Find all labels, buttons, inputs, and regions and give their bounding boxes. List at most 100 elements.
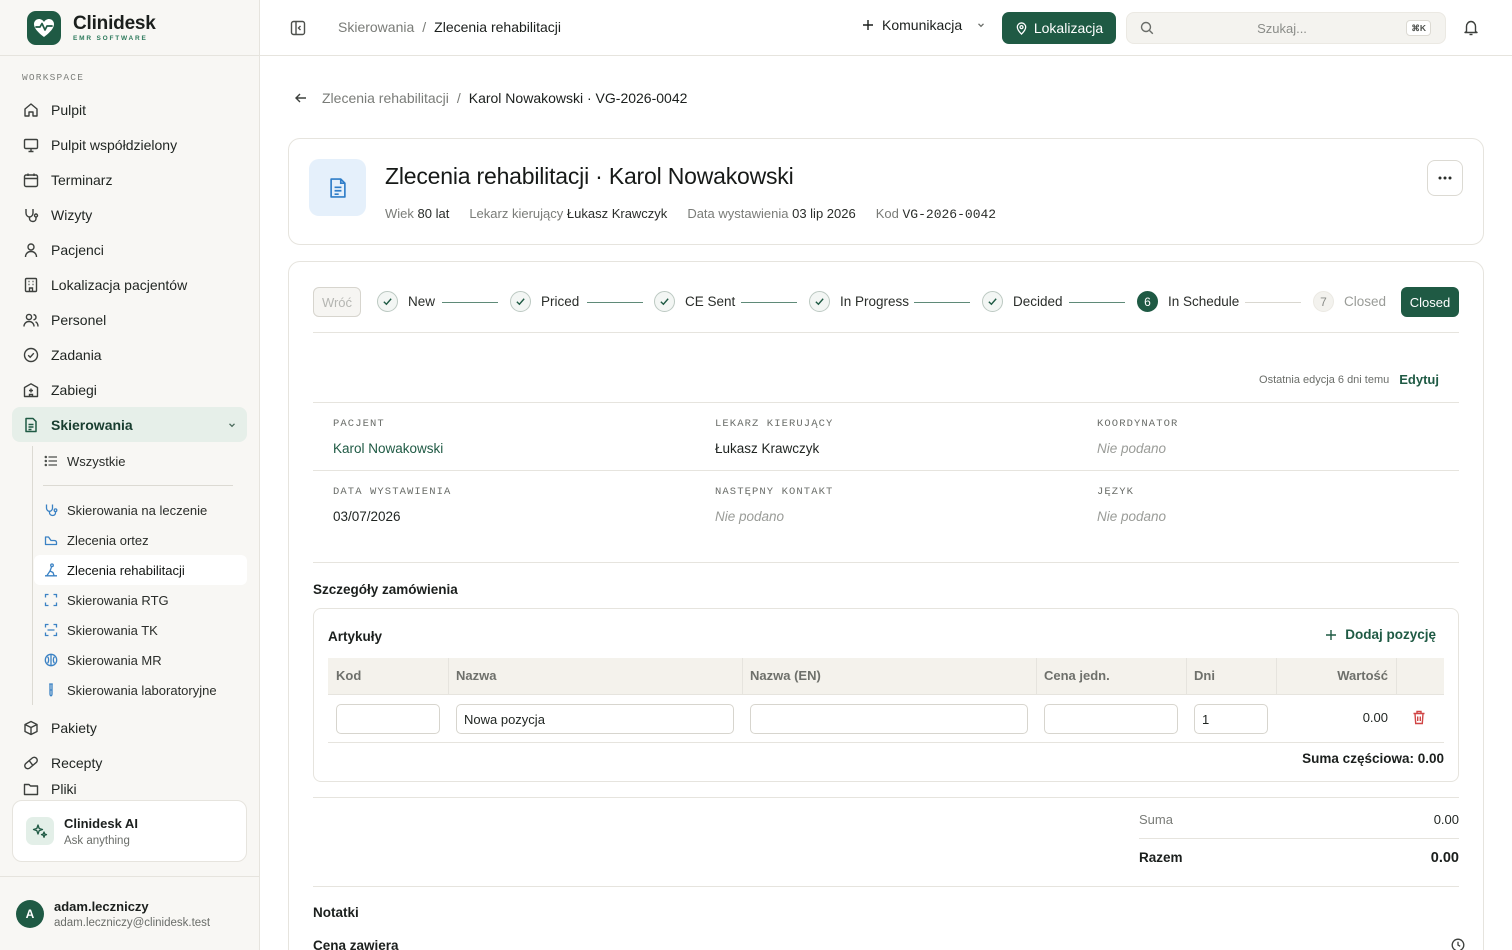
step-in-schedule[interactable]: 6 In Schedule <box>1137 291 1239 312</box>
step-decided[interactable]: Decided <box>982 291 1063 312</box>
items-title: Artykuły <box>328 629 383 644</box>
subnav-item-skierowania-tk[interactable]: Skierowania TK <box>34 615 247 645</box>
rehabilitation-icon <box>44 563 58 577</box>
patient-link[interactable]: Karol Nowakowski <box>333 441 443 456</box>
sidebar-item-zadania[interactable]: Zadania <box>12 337 247 372</box>
subnav-item-label: Skierowania TK <box>67 622 158 638</box>
last-edit-text: Ostatnia edycja 6 dni temu <box>1259 373 1390 386</box>
field-value: Łukasz Krawczyk <box>715 441 820 456</box>
meta-code: Kod VG-2026-0042 <box>876 206 996 222</box>
item-name-en-input[interactable] <box>750 704 1028 734</box>
sum-value: 0.00 <box>1433 812 1459 827</box>
field-label: JĘZYK <box>1097 486 1135 498</box>
field-issue-date: DATA WYSTAWIENIA 03/07/2026 <box>333 486 451 524</box>
check-icon <box>809 291 830 312</box>
subnav-item-skierowania-laboratoryjne[interactable]: Skierowania laboratoryjne <box>34 675 247 705</box>
meta-date-label: Data wystawienia <box>687 206 789 221</box>
column-header-nazwa-en: Nazwa (EN) <box>750 668 821 683</box>
sidebar-item-recepty[interactable]: Recepty <box>12 745 247 780</box>
document-icon <box>22 416 39 433</box>
subnav-item-zlecenia-ortez[interactable]: Zlecenia ortez <box>34 525 247 555</box>
subnav-item-skierowania-na-leczenie[interactable]: Skierowania na leczenie <box>34 495 247 525</box>
sidebar-item-pulpit-wspoldzielony[interactable]: Pulpit współdzielony <box>12 127 247 162</box>
divider <box>313 797 1459 798</box>
chevron-down-icon[interactable] <box>227 420 237 430</box>
brain-scan-icon <box>44 653 58 667</box>
more-options-button[interactable] <box>1427 160 1463 196</box>
step-priced[interactable]: Priced <box>510 291 579 312</box>
field-next-contact: NASTĘPNY KONTAKT Nie podano <box>715 486 833 524</box>
brand[interactable]: Clinidesk EMR SOFTWARE <box>0 0 259 56</box>
hospital-icon <box>22 381 39 398</box>
users-icon <box>22 311 39 328</box>
subtotal: Suma częściowa: 0.00 <box>1302 751 1444 766</box>
step-connector <box>1245 302 1301 303</box>
sidebar-item-pliki[interactable]: Pliki <box>12 780 247 798</box>
bell-icon[interactable] <box>1463 19 1479 36</box>
user-profile[interactable]: A adam.leczniczy adam.leczniczy@clinides… <box>0 876 260 950</box>
sidebar-item-skierowania[interactable]: Skierowania <box>12 407 247 442</box>
arrow-left-icon[interactable] <box>294 91 308 105</box>
subnav-item-skierowania-rtg[interactable]: Skierowania RTG <box>34 585 247 615</box>
divider <box>1139 838 1459 839</box>
brand-tagline: EMR SOFTWARE <box>73 34 148 42</box>
document-icon <box>309 159 366 216</box>
sum-label: Suma <box>1139 812 1173 827</box>
sidebar-item-lokalizacja-pacjentow[interactable]: Lokalizacja pacjentów <box>12 267 247 302</box>
step-in-progress[interactable]: In Progress <box>809 291 909 312</box>
stethoscope-icon <box>44 503 58 517</box>
sidebar-item-pulpit[interactable]: Pulpit <box>12 92 247 127</box>
page-breadcrumb-parent[interactable]: Zlecenia rehabilitacji <box>322 90 449 106</box>
order-section-title: Szczegóły zamówienia <box>313 582 458 597</box>
step-label: In Progress <box>840 294 910 309</box>
ai-assistant-card[interactable]: Clinidesk AI Ask anything <box>12 800 247 862</box>
column-header-wartosc: Wartość <box>1337 668 1388 683</box>
meta-doctor: Lekarz kierujący Łukasz Krawczyk <box>469 206 667 222</box>
sidebar-item-pakiety[interactable]: Pakiety <box>12 710 247 745</box>
back-step-button[interactable]: Wróć <box>313 287 361 317</box>
meta-doctor-label: Lekarz kierujący <box>469 206 564 221</box>
field-label: PACJENT <box>333 418 385 430</box>
step-closed[interactable]: 7 Closed <box>1313 291 1386 312</box>
search-input[interactable] <box>1167 18 1397 38</box>
sidebar-item-label: Zadania <box>51 346 102 363</box>
step-label: Priced <box>541 294 580 309</box>
edit-button[interactable]: Edytuj <box>1399 372 1439 387</box>
trash-icon[interactable] <box>1412 710 1426 725</box>
sidebar-item-wizyty[interactable]: Wizyty <box>12 197 247 232</box>
sidebar-item-label: Pakiety <box>51 719 97 736</box>
sidebar-item-personel[interactable]: Personel <box>12 302 247 337</box>
item-name-input[interactable] <box>456 704 734 734</box>
sidebar-item-terminarz[interactable]: Terminarz <box>12 162 247 197</box>
field-coordinator: KOORDYNATOR Nie podano <box>1097 418 1178 456</box>
subnav-item-label: Skierowania MR <box>67 652 162 668</box>
komunikacja-button[interactable]: Komunikacja <box>862 17 986 33</box>
step-new[interactable]: New <box>377 291 435 312</box>
subnav-item-wszystkie[interactable]: Wszystkie <box>34 446 247 476</box>
item-code-input[interactable] <box>336 704 440 734</box>
skierowania-subnav: Wszystkie Skierowania na leczenie Zlecen… <box>32 446 247 705</box>
lokalizacja-button[interactable]: Lokalizacja <box>1002 12 1116 44</box>
check-icon <box>510 291 531 312</box>
clock-icon[interactable] <box>1451 938 1465 950</box>
advance-status-button[interactable]: Closed <box>1401 287 1459 317</box>
item-days-input[interactable] <box>1194 704 1268 734</box>
subnav-item-zlecenia-rehabilitacji[interactable]: Zlecenia rehabilitacji <box>34 555 247 585</box>
breadcrumb: Skierowania / Zlecenia rehabilitacji <box>338 19 561 35</box>
user-name: adam.leczniczy <box>54 898 149 914</box>
breadcrumb-parent[interactable]: Skierowania <box>338 19 414 35</box>
sidebar-item-zabiegi[interactable]: Zabiegi <box>12 372 247 407</box>
subnav-item-skierowania-mr[interactable]: Skierowania MR <box>34 645 247 675</box>
step-ce-sent[interactable]: CE Sent <box>654 291 735 312</box>
step-connector <box>587 302 643 303</box>
item-unit-price-input[interactable] <box>1044 704 1178 734</box>
sidebar-item-label: Personel <box>51 311 107 328</box>
heart-pulse-logo-icon <box>27 10 61 45</box>
field-value: Nie podano <box>1097 509 1167 524</box>
field-label: KOORDYNATOR <box>1097 418 1179 430</box>
scan-icon <box>44 593 58 607</box>
sidebar-toggle-icon[interactable] <box>290 20 306 36</box>
sidebar-item-pacjenci[interactable]: Pacjenci <box>12 232 247 267</box>
add-item-button[interactable]: Dodaj pozycję <box>1325 627 1436 642</box>
column-divider <box>1396 658 1397 695</box>
